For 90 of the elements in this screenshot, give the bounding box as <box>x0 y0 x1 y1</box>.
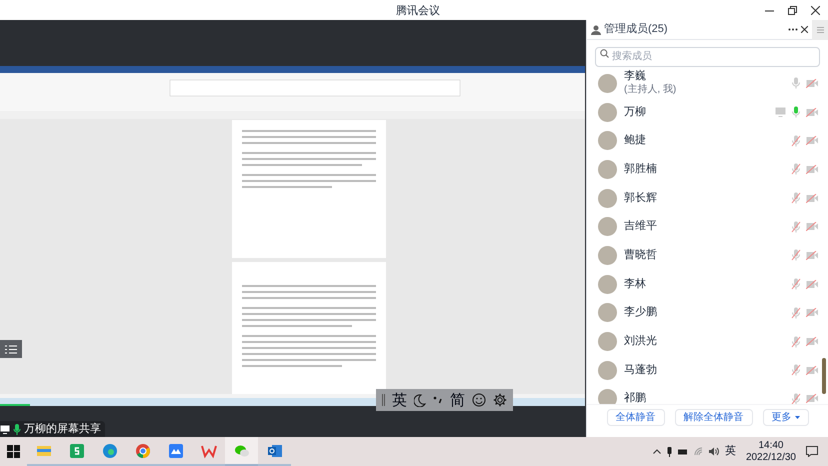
avatar <box>598 102 617 122</box>
member-name: 李林 <box>624 278 646 291</box>
member-name: 马蓬勃 <box>624 364 657 377</box>
avatar <box>598 74 617 93</box>
screen-share-icon <box>0 424 10 434</box>
menu-icon <box>816 26 824 32</box>
member-name: 李少鹏 <box>624 306 657 320</box>
avatar <box>598 332 617 352</box>
window-title: 腾讯会议 <box>396 4 440 19</box>
member-name: 祁鹏 <box>624 392 646 404</box>
member-name: 郭长辉 <box>624 192 657 205</box>
chat-app-icon <box>234 442 250 458</box>
member-name: 吉维平 <box>624 220 657 234</box>
avatar <box>598 217 617 236</box>
camera-off-icon[interactable] <box>806 164 818 174</box>
microphone-icon[interactable] <box>666 446 672 456</box>
muted-microphone-icon[interactable] <box>791 163 801 176</box>
battery-icon[interactable] <box>678 448 688 454</box>
muted-microphone-icon[interactable] <box>791 249 801 262</box>
list-menu-button[interactable] <box>0 340 22 358</box>
taskbar-app-button[interactable] <box>225 437 258 466</box>
avatar <box>598 303 617 322</box>
camera-off-icon[interactable] <box>806 308 818 318</box>
panel-title: 管理成员(25) <box>604 22 668 38</box>
more-dropdown-button[interactable]: 更多 <box>762 409 808 426</box>
camera-off-icon[interactable] <box>806 394 818 404</box>
screen-share-label: 万柳的屏幕共享 <box>24 422 101 437</box>
member-name: 刘洪光 <box>624 335 657 348</box>
more-icon[interactable] <box>788 28 798 31</box>
muted-microphone-icon[interactable] <box>791 364 801 376</box>
muted-microphone-icon[interactable] <box>791 134 801 147</box>
browser-icon <box>102 442 118 458</box>
muted-microphone-icon[interactable] <box>791 306 801 319</box>
clock[interactable]: 14:40 2022/12/30 <box>746 440 796 464</box>
input-method-indicator[interactable]: 英 <box>724 443 736 460</box>
muted-microphone-icon[interactable] <box>791 336 801 348</box>
search-icon <box>600 49 609 58</box>
ime-mode-toggle[interactable]: 英 <box>392 392 407 408</box>
camera-off-icon[interactable] <box>806 108 818 117</box>
wifi-icon[interactable] <box>694 447 703 456</box>
camera-off-icon[interactable] <box>806 194 818 203</box>
speaker-icon[interactable] <box>708 447 719 456</box>
restore-icon[interactable] <box>788 6 797 14</box>
punctuation-icon[interactable] <box>433 394 443 406</box>
member-name: 曹晓哲 <box>624 248 657 262</box>
muted-microphone-icon[interactable] <box>791 220 801 233</box>
search-field[interactable]: 搜索成员 <box>595 46 820 66</box>
browser-icon <box>134 442 150 458</box>
muted-microphone-icon[interactable] <box>791 192 801 204</box>
spreadsheet-app-icon <box>68 442 84 458</box>
windows-start-icon[interactable] <box>7 445 20 458</box>
ime-mode-toggle[interactable]: 简 <box>450 392 465 408</box>
member-name: 鲍捷 <box>624 134 646 148</box>
avatar <box>598 389 617 404</box>
camera-off-icon[interactable] <box>806 280 818 289</box>
drag-handle-icon[interactable] <box>382 394 385 406</box>
close-icon[interactable] <box>811 6 820 14</box>
muted-microphone-icon[interactable] <box>791 392 801 404</box>
avatar <box>598 160 617 179</box>
menu-icon <box>5 344 17 354</box>
cloud-app-icon <box>168 442 184 458</box>
mail-app-icon <box>266 442 282 458</box>
camera-off-icon[interactable] <box>806 366 818 375</box>
camera-off-icon[interactable] <box>806 250 818 260</box>
member-name: 李巍 <box>624 70 647 84</box>
close-icon[interactable] <box>801 26 808 33</box>
mute-action-button[interactable]: 解除全体静音 <box>674 409 752 426</box>
scrollbar-thumb[interactable] <box>822 358 826 394</box>
muted-microphone-icon[interactable] <box>791 278 801 290</box>
avatar <box>598 188 617 208</box>
active-microphone-icon[interactable] <box>791 106 801 118</box>
moon-icon[interactable] <box>414 394 426 406</box>
chevron-up-icon[interactable] <box>652 449 661 454</box>
notification-icon[interactable] <box>806 446 818 457</box>
settings-icon[interactable] <box>493 393 507 407</box>
member-name: 郭胜楠 <box>624 162 657 176</box>
avatar <box>598 360 617 380</box>
camera-off-icon[interactable] <box>806 222 818 232</box>
person-icon <box>591 24 601 34</box>
member-role: (主持人, 我) <box>624 83 676 96</box>
avatar <box>598 274 617 294</box>
member-name: 万柳 <box>624 106 646 119</box>
mute-action-button[interactable]: 全体静音 <box>606 409 664 426</box>
avatar <box>598 246 617 265</box>
avatar <box>598 131 617 150</box>
microphone-icon <box>13 424 21 434</box>
smiley-icon[interactable] <box>472 393 486 407</box>
camera-off-icon[interactable] <box>806 337 818 346</box>
camera-off-icon[interactable] <box>806 78 818 88</box>
camera-off-icon[interactable] <box>806 136 818 146</box>
